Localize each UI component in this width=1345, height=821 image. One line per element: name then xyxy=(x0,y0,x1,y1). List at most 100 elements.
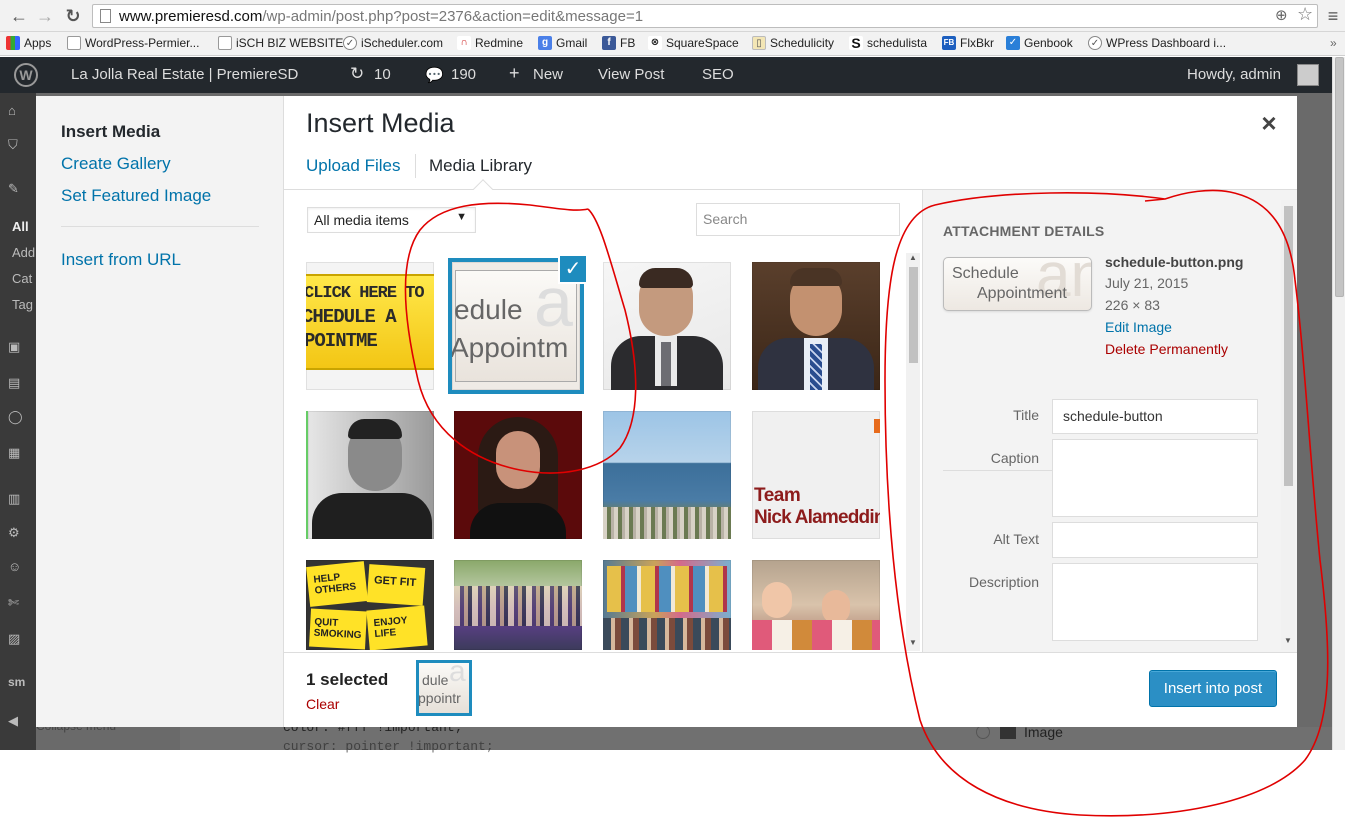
page-icon xyxy=(218,36,232,50)
thumb-crowd-event[interactable] xyxy=(454,560,582,650)
edit-image-link[interactable]: Edit Image xyxy=(1105,319,1172,335)
thumb-coastline-view[interactable] xyxy=(603,411,731,539)
details-scrollbar-thumb[interactable] xyxy=(1284,206,1293,486)
details-scrollbar[interactable]: ▼ xyxy=(1281,200,1295,650)
bookmark-ischeduler[interactable]: ✓ iScheduler.com xyxy=(343,36,443,50)
close-icon[interactable]: × xyxy=(1256,110,1282,136)
google-icon: g xyxy=(538,36,552,50)
thumb-woman-portrait[interactable] xyxy=(454,411,582,539)
portrait-hair xyxy=(790,268,842,286)
wordpress-icon: ✓ xyxy=(1088,36,1102,50)
updates-count[interactable]: 10 xyxy=(374,66,391,83)
crowd-figures xyxy=(454,586,582,626)
chrome-menu-icon[interactable]: ≡ xyxy=(1322,5,1344,27)
menu-insert-media[interactable]: Insert Media xyxy=(61,122,160,142)
thumb-art-festival[interactable] xyxy=(603,560,731,650)
thumb-text-edule: edule xyxy=(454,294,523,325)
howdy-admin-link[interactable]: Howdy, admin xyxy=(1187,66,1281,83)
title-field[interactable]: schedule-button xyxy=(1052,399,1258,434)
alt-text-field[interactable] xyxy=(1052,522,1258,558)
scroll-up-arrow-icon[interactable]: ▲ xyxy=(909,253,917,262)
insert-into-post-button[interactable]: Insert into post xyxy=(1149,670,1277,707)
bookmark-squarespace[interactable]: ⊗ SquareSpace xyxy=(648,36,739,50)
page-scrollbar[interactable] xyxy=(1332,57,1345,750)
scroll-down-arrow-icon[interactable]: ▼ xyxy=(1284,636,1292,645)
view-post-link[interactable]: View Post xyxy=(598,66,664,83)
reload-icon[interactable]: ↻ xyxy=(62,5,84,27)
clear-selection-link[interactable]: Clear xyxy=(306,696,339,712)
thumb-text-nick: Nick Alameddin xyxy=(754,507,880,528)
thumb-text-schedule: CHEDULE A xyxy=(306,306,397,328)
back-arrow-icon[interactable]: ← xyxy=(8,5,30,27)
bookmark-label: schedulista xyxy=(867,36,928,50)
thumb-team-nick-alameddin[interactable]: Team Nick Alameddin xyxy=(752,411,880,539)
scroll-down-arrow-icon[interactable]: ▼ xyxy=(909,638,917,647)
updates-icon[interactable]: ↻ xyxy=(350,64,364,84)
tools-icon: ✄ xyxy=(8,595,19,610)
bookmark-isch-biz[interactable]: iSCH BIZ WEBSITE xyxy=(218,36,343,50)
forward-arrow-icon[interactable]: → xyxy=(34,5,56,27)
new-plus-icon[interactable]: + xyxy=(509,63,520,84)
bookmark-gmail[interactable]: g Gmail xyxy=(538,36,587,50)
tab-media-library[interactable]: Media Library xyxy=(429,156,532,176)
address-bar[interactable]: www.premieresd.com/wp-admin/post.php?pos… xyxy=(92,4,1318,28)
selected-check-icon[interactable]: ✓ xyxy=(558,254,588,284)
collapse-icon: ◀ xyxy=(8,713,18,728)
mini-text-dule: dule xyxy=(422,672,449,688)
selected-mini-thumb[interactable]: a dule ppointr xyxy=(416,660,472,716)
comments-icon[interactable]: 💬 xyxy=(425,66,444,84)
delete-permanently-link[interactable]: Delete Permanently xyxy=(1105,341,1228,357)
tab-upload-files[interactable]: Upload Files xyxy=(306,156,401,176)
bookmark-genbook[interactable]: ✓ Genbook xyxy=(1006,36,1073,50)
seo-link[interactable]: SEO xyxy=(702,66,734,83)
page-scrollbar-thumb[interactable] xyxy=(1335,57,1344,297)
bookmark-schedulista[interactable]: Sschedulista xyxy=(849,36,927,50)
bookmark-label: FB xyxy=(620,36,636,50)
bookmark-wordpress-permier[interactable]: WordPress-Permier... xyxy=(67,36,199,50)
sticky-text-quit-smoking: QUIT SMOKING xyxy=(313,616,362,642)
comments-count[interactable]: 190 xyxy=(451,66,476,83)
thumb-sticky-notes[interactable]: HELP OTHERS GET FIT QUIT SMOKING ENJOY L… xyxy=(306,560,434,650)
site-name-link[interactable]: La Jolla Real Estate | PremiereSD xyxy=(71,66,298,83)
thumb-man-bw-portrait[interactable] xyxy=(306,411,434,539)
media-type-filter[interactable]: All media items ▼ xyxy=(307,207,476,233)
bookmark-apps[interactable]: Apps xyxy=(6,36,51,50)
page-icon xyxy=(100,9,111,23)
bookmark-schedulicity[interactable]: ▯ Schedulicity xyxy=(752,36,834,50)
menu-set-featured-image[interactable]: Set Featured Image xyxy=(61,186,211,206)
menu-insert-from-url[interactable]: Insert from URL xyxy=(61,250,181,270)
child-clothes xyxy=(752,620,880,650)
portrait-jacket xyxy=(312,493,432,539)
avatar[interactable] xyxy=(1297,64,1319,86)
media-grid-scrollbar[interactable]: ▲ ▼ xyxy=(906,253,920,651)
caption-field[interactable] xyxy=(1052,439,1258,517)
menu-create-gallery[interactable]: Create Gallery xyxy=(61,154,171,174)
thumb-children-event[interactable] xyxy=(752,560,880,650)
new-content-link[interactable]: New xyxy=(533,66,563,83)
media-modal: Insert Media Create Gallery Set Featured… xyxy=(36,96,1297,727)
bookmark-fb[interactable]: f FB xyxy=(602,36,635,50)
bookmark-redmine[interactable]: ∩ Redmine xyxy=(457,36,523,50)
thumb-man-portrait-1[interactable] xyxy=(603,262,731,390)
media-search-input[interactable]: Search xyxy=(696,203,900,236)
zoom-icon[interactable]: ⊕ xyxy=(1275,6,1288,24)
bookmark-star-icon[interactable]: ☆ xyxy=(1297,4,1313,25)
preview-text-schedule: Schedule xyxy=(952,265,1019,282)
bookmark-label: WPress Dashboard i... xyxy=(1106,36,1227,50)
thumb-man-portrait-2[interactable] xyxy=(752,262,880,390)
portrait-hair xyxy=(348,419,402,439)
child-face xyxy=(762,582,792,618)
thumb-text-click-here: CLICK HERE TO xyxy=(306,284,425,303)
description-field[interactable] xyxy=(1052,563,1258,641)
bookmark-flxbkr[interactable]: FB FlxBkr xyxy=(942,36,994,50)
bookmarks-overflow-icon[interactable]: » xyxy=(1330,36,1337,50)
bookmark-label: Gmail xyxy=(556,36,588,50)
thumb-click-here-schedule[interactable]: CLICK HERE TO CHEDULE A POINTME xyxy=(306,262,434,390)
mini-text-ppointr: ppointr xyxy=(418,690,461,706)
media-grid-scrollbar-thumb[interactable] xyxy=(909,267,918,363)
url-path: /wp-admin/post.php?post=2376&action=edit… xyxy=(262,8,644,25)
hillside-town xyxy=(603,507,731,539)
menu-divider xyxy=(61,226,259,227)
wordpress-logo-icon[interactable]: W xyxy=(14,63,38,87)
bookmark-wpress-dashboard[interactable]: ✓ WPress Dashboard i... xyxy=(1088,36,1226,50)
